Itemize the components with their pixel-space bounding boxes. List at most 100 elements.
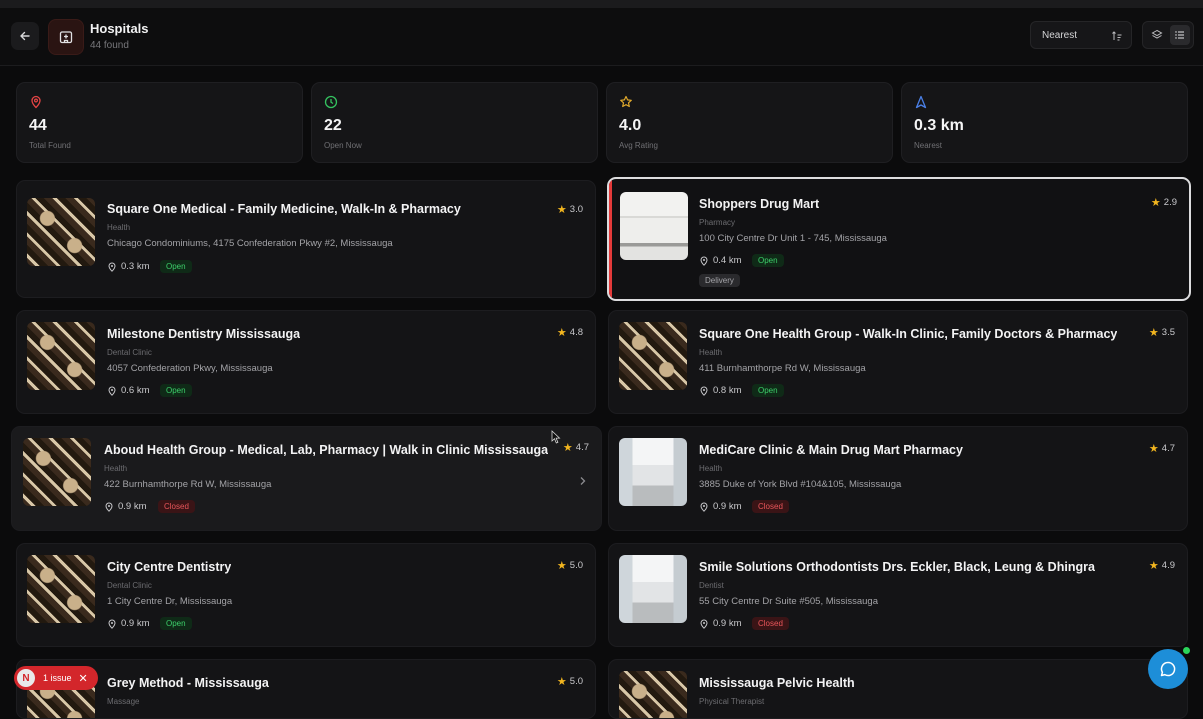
place-rating: ★ 5.0 <box>557 559 583 572</box>
place-photo <box>27 555 95 623</box>
place-card[interactable]: Mississauga Pelvic Health Physical Thera… <box>608 659 1188 719</box>
place-name: Smile Solutions Orthodontists Drs. Eckle… <box>699 560 1095 574</box>
issues-badge[interactable]: N 1 issue ✕ <box>14 666 98 690</box>
distance-text: 0.3 km <box>121 261 150 272</box>
status-badge: Open <box>752 384 784 397</box>
place-distance: 0.9 km <box>699 618 742 629</box>
selection-accent <box>609 179 612 299</box>
place-distance: 0.4 km <box>699 255 742 266</box>
place-address: 100 City Centre Dr Unit 1 - 745, Mississ… <box>699 233 887 244</box>
place-photo <box>620 192 688 260</box>
place-rating: ★ 3.0 <box>557 203 583 216</box>
issue-avatar: N <box>17 669 35 687</box>
place-card[interactable]: Milestone Dentistry Mississauga Dental C… <box>16 310 596 414</box>
pin-icon <box>108 386 116 396</box>
place-category: Massage <box>107 697 140 706</box>
pin-icon <box>108 262 116 272</box>
place-category: Dental Clinic <box>107 581 152 590</box>
place-card[interactable]: City Centre Dentistry Dental Clinic 1 Ci… <box>16 543 596 647</box>
place-category: Health <box>107 223 131 232</box>
place-name: Milestone Dentistry Mississauga <box>107 327 301 341</box>
place-name: Square One Health Group - Walk-In Clinic… <box>699 327 1118 341</box>
list-icon <box>1175 31 1184 39</box>
place-card-hovered[interactable]: Aboud Health Group - Medical, Lab, Pharm… <box>11 426 602 531</box>
star-icon: ★ <box>1148 443 1159 455</box>
stat-value: 22 <box>324 117 342 134</box>
distance-text: 0.9 km <box>118 501 147 512</box>
list-view-button[interactable] <box>1170 25 1190 45</box>
star-icon: ★ <box>556 676 567 688</box>
place-category: Dentist <box>699 581 724 590</box>
result-count: 44 found <box>90 40 129 51</box>
pin-icon <box>29 95 43 114</box>
place-photo <box>23 438 91 506</box>
star-icon: ★ <box>1148 560 1159 572</box>
place-address: Chicago Condominiums, 4175 Confederation… <box>107 238 393 249</box>
place-address: 1 City Centre Dr, Mississauga <box>107 596 233 607</box>
place-category: Physical Therapist <box>699 697 765 706</box>
place-category: Dental Clinic <box>107 348 152 357</box>
back-button[interactable] <box>11 22 39 50</box>
place-category: Health <box>699 348 723 357</box>
place-name: Grey Method - Mississauga <box>107 676 269 690</box>
place-category: Health <box>699 464 723 473</box>
delivery-tag: Delivery <box>699 274 740 287</box>
rating-value: 2.9 <box>1163 197 1177 208</box>
close-icon[interactable]: ✕ <box>79 672 88 685</box>
place-photo <box>619 322 687 390</box>
place-rating: ★ 3.5 <box>1149 326 1175 339</box>
stat-nearest: 0.3 km Nearest <box>901 82 1188 163</box>
place-name: Aboud Health Group - Medical, Lab, Pharm… <box>104 443 549 457</box>
status-badge: Open <box>160 260 192 273</box>
place-card[interactable]: Square One Medical - Family Medicine, Wa… <box>16 180 596 298</box>
place-name: MediCare Clinic & Main Drug Mart Pharmac… <box>699 443 963 457</box>
hospital-icon <box>48 19 84 55</box>
place-address: 411 Burnhamthorpe Rd W, Mississauga <box>699 363 866 374</box>
place-distance: 0.6 km <box>107 385 150 396</box>
stat-label: Open Now <box>324 141 362 150</box>
page-title: Hospitals <box>90 21 149 36</box>
view-toggle <box>1142 21 1194 49</box>
stat-value: 0.3 km <box>914 117 964 134</box>
star-icon: ★ <box>556 560 567 572</box>
star-icon: ★ <box>562 442 573 454</box>
place-distance: 0.9 km <box>107 618 150 629</box>
stat-value: 4.0 <box>619 117 642 134</box>
distance-text: 0.4 km <box>713 255 742 266</box>
place-rating: ★ 5.0 <box>557 675 583 688</box>
stat-open-now: 22 Open Now <box>311 82 598 163</box>
distance-text: 0.6 km <box>121 385 150 396</box>
sort-select[interactable]: Nearest <box>1030 21 1132 49</box>
distance-text: 0.9 km <box>121 618 150 629</box>
pin-icon <box>700 619 708 629</box>
chat-button[interactable] <box>1148 647 1190 689</box>
place-category: Pharmacy <box>699 218 736 227</box>
rating-value: 4.7 <box>575 442 589 453</box>
place-card-selected[interactable]: Shoppers Drug Mart Pharmacy 100 City Cen… <box>607 177 1191 301</box>
chevron-right-icon[interactable] <box>579 473 587 491</box>
online-indicator <box>1183 647 1190 654</box>
place-rating: ★ 4.8 <box>557 326 583 339</box>
place-card[interactable]: Smile Solutions Orthodontists Drs. Eckle… <box>608 543 1188 647</box>
chat-bubble-icon <box>1160 661 1176 677</box>
place-card[interactable]: MediCare Clinic & Main Drug Mart Pharmac… <box>608 426 1188 531</box>
status-badge: Closed <box>752 500 789 513</box>
window-top-strip <box>0 0 1203 8</box>
arrow-left-icon <box>20 31 30 41</box>
star-icon <box>619 95 633 114</box>
sort-label: Nearest <box>1042 30 1078 41</box>
place-rating: ★ 4.9 <box>1149 559 1175 572</box>
place-address: 3885 Duke of York Blvd #104&105, Mississ… <box>699 479 902 490</box>
stat-label: Avg Rating <box>619 141 658 150</box>
place-card[interactable]: Grey Method - Mississauga Massage ★ 5.0 <box>16 659 596 719</box>
place-name: Shoppers Drug Mart <box>699 197 820 211</box>
star-icon: ★ <box>556 327 567 339</box>
layers-view-button[interactable] <box>1147 25 1167 45</box>
distance-text: 0.8 km <box>713 385 742 396</box>
pin-icon <box>700 502 708 512</box>
place-address: 55 City Centre Dr Suite #505, Mississaug… <box>699 596 878 607</box>
star-icon: ★ <box>1148 327 1159 339</box>
pin-icon <box>700 386 708 396</box>
star-icon: ★ <box>556 204 567 216</box>
place-card[interactable]: Square One Health Group - Walk-In Clinic… <box>608 310 1188 414</box>
